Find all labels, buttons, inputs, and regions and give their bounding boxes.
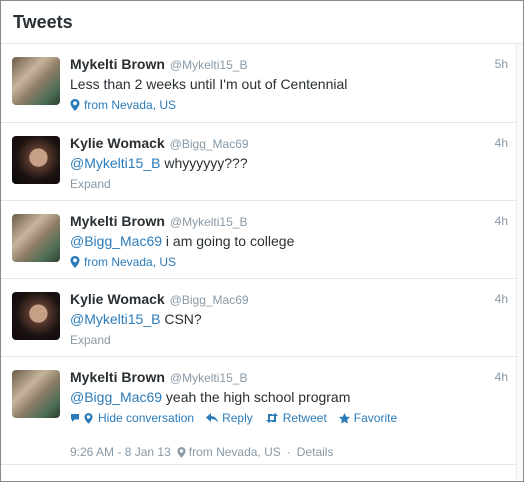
tweet-fullname[interactable]: Mykelti Brown [70,369,165,385]
conversation-icon [71,414,79,422]
tweet-text: @Bigg_Mac69 i am going to college [70,233,483,249]
tweet-time[interactable]: 4h [495,136,508,150]
mention-link[interactable]: @Mykelti15_B [70,155,160,171]
tweet-body: CSN? [160,311,202,327]
tweet[interactable]: Mykelti Brown @Mykelti15_B 4h @Bigg_Mac6… [1,357,523,465]
tweet-fullname[interactable]: Mykelti Brown [70,56,165,72]
avatar[interactable] [12,136,60,184]
mention-link[interactable]: @Mykelti15_B [70,311,160,327]
tweet[interactable]: Mykelti Brown @Mykelti15_B 5h Less than … [1,44,523,123]
tweet-details-row: 9:26 AM - 8 Jan 13 from Nevada, US · Det… [70,445,483,459]
reply-button[interactable]: Reply [206,411,253,425]
tweet-username[interactable]: @Mykelti15_B [170,58,248,72]
tweet-location-link[interactable]: from Nevada, US [70,98,483,112]
tweet-username[interactable]: @Mykelti15_B [170,371,248,385]
tweet-time[interactable]: 4h [495,370,508,384]
hide-conversation-label: Hide conversation [98,411,195,425]
scrollbar[interactable] [516,44,523,481]
avatar[interactable] [12,57,60,105]
details-link[interactable]: Details [297,445,334,459]
star-icon [338,412,350,424]
tweet-username[interactable]: @Bigg_Mac69 [170,293,249,307]
retweet-icon [265,413,278,423]
tweet-text: @Bigg_Mac69 yeah the high school program [70,389,483,405]
tweet-body: yeah the high school program [162,389,351,405]
tweet[interactable]: Mykelti Brown @Mykelti15_B 4h @Bigg_Mac6… [1,201,523,279]
avatar[interactable] [12,370,60,418]
avatar[interactable] [12,292,60,340]
reply-label: Reply [222,411,253,425]
retweet-label: Retweet [282,411,327,425]
tweet-fullname[interactable]: Kylie Womack [70,291,165,307]
panel-title: Tweets [13,11,73,32]
tweet-username[interactable]: @Mykelti15_B [170,215,248,229]
avatar[interactable] [12,214,60,262]
tweet[interactable]: Kylie Womack @Bigg_Mac69 4h @Mykelti15_B… [1,123,523,201]
tweet-text: @Mykelti15_B whyyyyyy??? [70,155,483,171]
tweet-time[interactable]: 5h [495,57,508,71]
tweet-fullname[interactable]: Mykelti Brown [70,213,165,229]
tweet-location: from Nevada, US [84,98,177,112]
mention-link[interactable]: @Bigg_Mac69 [70,389,162,405]
tweet-fullname[interactable]: Kylie Womack [70,135,165,151]
separator-dot: · [286,445,291,459]
retweet-button[interactable]: Retweet [265,411,327,425]
expand-link[interactable]: Expand [70,177,483,191]
tweet-time[interactable]: 4h [495,292,508,306]
tweet-text: @Mykelti15_B CSN? [70,311,483,327]
tweets-panel: Tweets Mykelti Brown @Mykelti15_B 5h Les… [0,0,524,482]
tweet-time[interactable]: 4h [495,214,508,228]
location-pin-icon [84,412,93,424]
panel-header: Tweets [1,1,523,44]
tweet-text: Less than 2 weeks until I'm out of Cente… [70,76,348,92]
location-pin-icon [70,99,80,111]
tweet-timestamp[interactable]: 9:26 AM - 8 Jan 13 [70,445,171,459]
tweet-body: i am going to college [162,233,295,249]
tweet-location: from Nevada, US [84,255,177,269]
location-pin-icon [177,446,186,458]
tweet-actions: Hide conversation Reply Retweet Favorite [70,411,483,425]
expand-link[interactable]: Expand [70,333,483,347]
favorite-button[interactable]: Favorite [338,411,398,425]
tweet-username[interactable]: @Bigg_Mac69 [170,137,249,151]
tweet-detail-location[interactable]: from Nevada, US [189,445,281,459]
hide-conversation-button[interactable]: Hide conversation [70,411,194,425]
tweet[interactable]: Kylie Womack @Bigg_Mac69 4h @Mykelti15_B… [1,279,523,357]
reply-icon [206,413,219,423]
location-pin-icon [70,256,80,268]
tweet-body: whyyyyyy??? [160,155,248,171]
tweet-location-link[interactable]: from Nevada, US [70,255,483,269]
mention-link[interactable]: @Bigg_Mac69 [70,233,162,249]
favorite-label: Favorite [353,411,398,425]
